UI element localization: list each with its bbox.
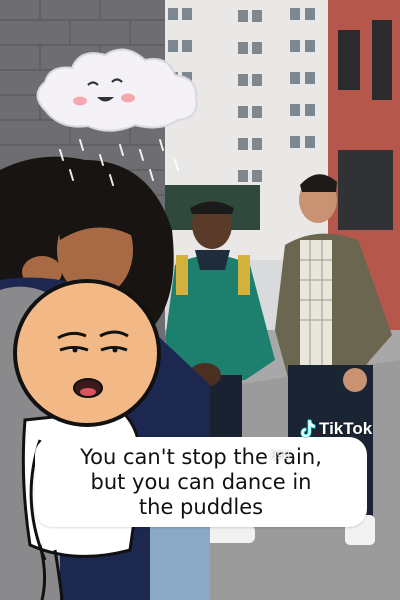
video-frame: You can't stop the rain, but you can dan… xyxy=(0,0,400,600)
tiktok-brand: TikTok xyxy=(319,419,373,438)
caption-text: You can't stop the rain, but you can dan… xyxy=(80,444,322,519)
caption-bubble: You can't stop the rain, but you can dan… xyxy=(35,437,367,527)
tiktok-watermark: TikTok xyxy=(298,419,372,439)
tiktok-handle: 393 xyxy=(270,448,291,462)
tiktok-note-icon xyxy=(300,419,316,438)
